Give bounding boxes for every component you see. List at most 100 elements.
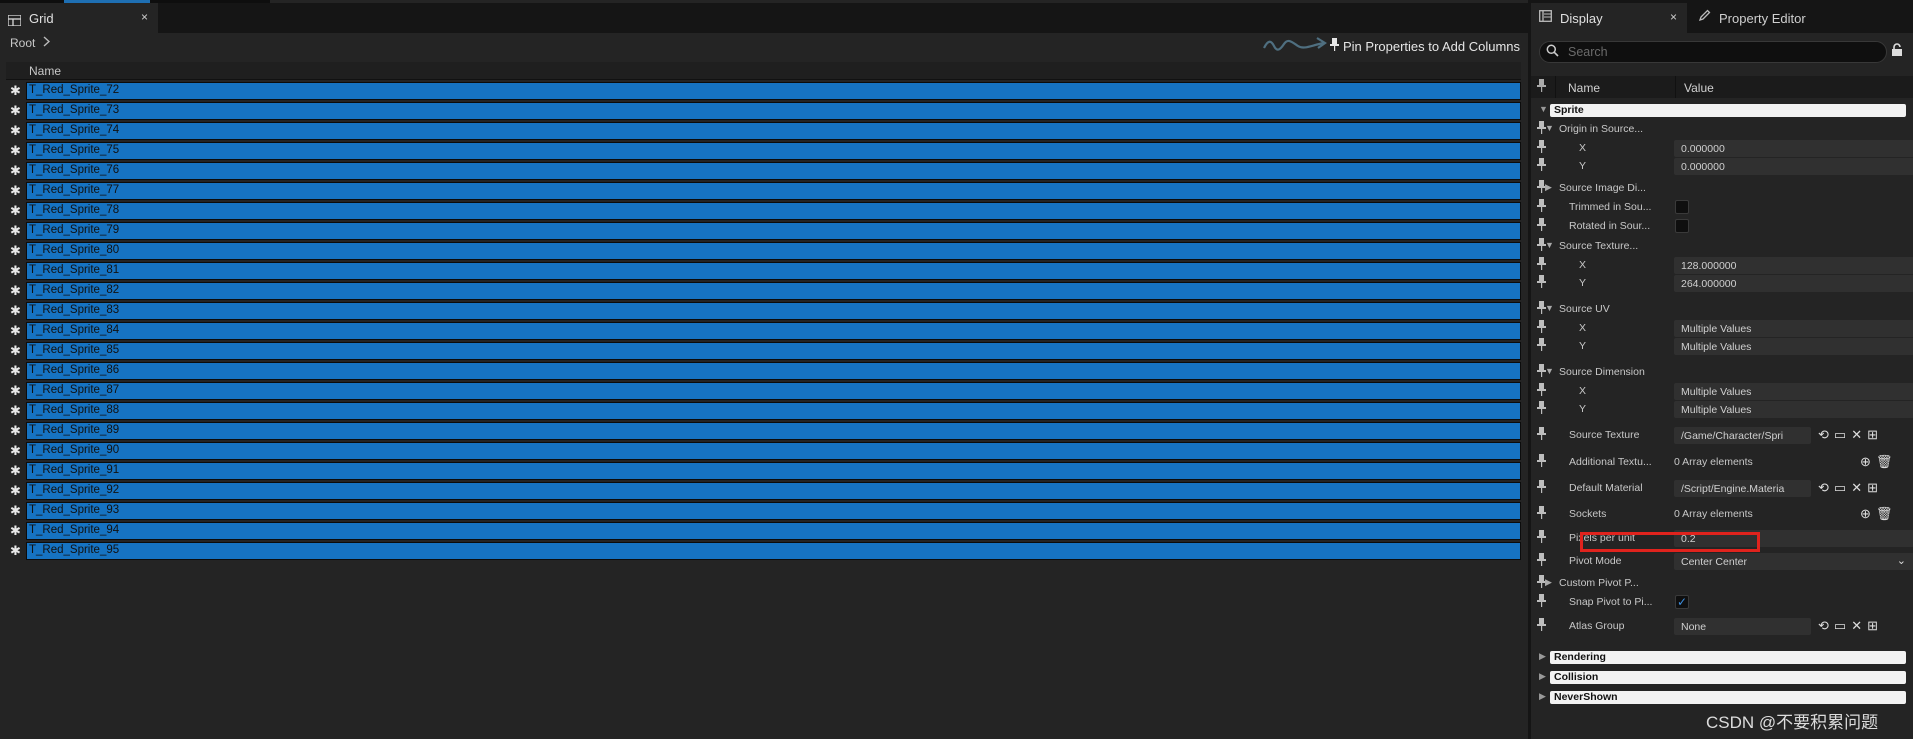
expand-triangle-icon[interactable]: ▶ bbox=[1539, 691, 1546, 702]
grid-picker-icon[interactable]: ⊞ bbox=[1867, 427, 1883, 442]
row-options-icon[interactable]: ✱ bbox=[8, 423, 23, 438]
pivot-mode-dropdown[interactable]: Center Center ⌄ bbox=[1674, 553, 1913, 570]
name-cell[interactable]: T_Red_Sprite_89 bbox=[26, 422, 1521, 440]
use-selected-icon[interactable]: ⟲ bbox=[1818, 618, 1834, 633]
browse-folder-icon[interactable]: ▭ bbox=[1834, 480, 1851, 495]
table-row[interactable]: ✱ T_Red_Sprite_94 bbox=[6, 521, 1522, 541]
checkbox[interactable] bbox=[1675, 219, 1689, 233]
table-row[interactable]: ✱ T_Red_Sprite_75 bbox=[6, 141, 1522, 161]
name-cell[interactable]: T_Red_Sprite_93 bbox=[26, 502, 1521, 520]
row-options-icon[interactable]: ✱ bbox=[8, 463, 23, 478]
row-options-icon[interactable]: ✱ bbox=[8, 243, 23, 258]
collapse-triangle-icon[interactable]: ▼ bbox=[1539, 104, 1548, 114]
pin-icon[interactable] bbox=[1537, 530, 1546, 546]
name-cell[interactable]: T_Red_Sprite_87 bbox=[26, 382, 1521, 400]
table-row[interactable]: ✱ T_Red_Sprite_87 bbox=[6, 381, 1522, 401]
add-element-icon[interactable]: ⊕ bbox=[1860, 454, 1876, 469]
row-options-icon[interactable]: ✱ bbox=[8, 503, 23, 518]
table-row[interactable]: ✱ T_Red_Sprite_83 bbox=[6, 301, 1522, 321]
pin-icon[interactable] bbox=[1537, 158, 1546, 174]
value-field[interactable]: /Game/Character/Spri bbox=[1674, 427, 1811, 444]
name-cell[interactable]: T_Red_Sprite_73 bbox=[26, 102, 1521, 120]
value-field[interactable]: Multiple Values bbox=[1674, 401, 1913, 418]
checkbox[interactable]: ✓ bbox=[1675, 595, 1689, 609]
table-row[interactable]: ✱ T_Red_Sprite_93 bbox=[6, 501, 1522, 521]
chevron-right-icon[interactable] bbox=[43, 35, 51, 50]
clear-icon[interactable]: ✕ bbox=[1851, 618, 1867, 633]
row-options-icon[interactable]: ✱ bbox=[8, 483, 23, 498]
close-icon[interactable]: × bbox=[1670, 10, 1677, 24]
row-options-icon[interactable]: ✱ bbox=[8, 263, 23, 278]
tab-grid[interactable]: Grid × bbox=[0, 3, 158, 33]
name-cell[interactable]: T_Red_Sprite_83 bbox=[26, 302, 1521, 320]
row-options-icon[interactable]: ✱ bbox=[8, 323, 23, 338]
collision-category-row[interactable]: ▶ Collision bbox=[1531, 670, 1913, 684]
name-cell[interactable]: T_Red_Sprite_91 bbox=[26, 462, 1521, 480]
column-divider[interactable] bbox=[1555, 76, 1556, 98]
name-cell[interactable]: T_Red_Sprite_77 bbox=[26, 182, 1521, 200]
name-cell[interactable]: T_Red_Sprite_88 bbox=[26, 402, 1521, 420]
row-options-icon[interactable]: ✱ bbox=[8, 343, 23, 358]
row-options-icon[interactable]: ✱ bbox=[8, 183, 23, 198]
row-options-icon[interactable]: ✱ bbox=[8, 83, 23, 98]
collapse-triangle-icon[interactable]: ▼ bbox=[1545, 366, 1554, 376]
name-cell[interactable]: T_Red_Sprite_78 bbox=[26, 202, 1521, 220]
name-cell[interactable]: T_Red_Sprite_85 bbox=[26, 342, 1521, 360]
row-options-icon[interactable]: ✱ bbox=[8, 143, 23, 158]
table-row[interactable]: ✱ T_Red_Sprite_88 bbox=[6, 401, 1522, 421]
value-field[interactable]: /Script/Engine.Materia bbox=[1674, 480, 1811, 497]
name-cell[interactable]: T_Red_Sprite_79 bbox=[26, 222, 1521, 240]
row-options-icon[interactable]: ✱ bbox=[8, 123, 23, 138]
row-options-icon[interactable]: ✱ bbox=[8, 403, 23, 418]
table-row[interactable]: ✱ T_Red_Sprite_89 bbox=[6, 421, 1522, 441]
row-options-icon[interactable]: ✱ bbox=[8, 363, 23, 378]
table-row[interactable]: ✱ T_Red_Sprite_90 bbox=[6, 441, 1522, 461]
name-cell[interactable]: T_Red_Sprite_82 bbox=[26, 282, 1521, 300]
clear-icon[interactable]: ✕ bbox=[1851, 480, 1867, 495]
pin-icon[interactable] bbox=[1537, 401, 1546, 417]
add-element-icon[interactable]: ⊕ bbox=[1860, 506, 1876, 521]
table-row[interactable]: ✱ T_Red_Sprite_81 bbox=[6, 261, 1522, 281]
row-options-icon[interactable]: ✱ bbox=[8, 383, 23, 398]
row-options-icon[interactable]: ✱ bbox=[8, 303, 23, 318]
tab-display[interactable]: Display × bbox=[1531, 3, 1687, 33]
row-options-icon[interactable]: ✱ bbox=[8, 543, 23, 558]
table-row[interactable]: ✱ T_Red_Sprite_91 bbox=[6, 461, 1522, 481]
sprite-category[interactable]: Sprite bbox=[1550, 104, 1906, 117]
use-selected-icon[interactable]: ⟲ bbox=[1818, 480, 1834, 495]
value-field[interactable]: None bbox=[1674, 618, 1811, 635]
table-row[interactable]: ✱ T_Red_Sprite_92 bbox=[6, 481, 1522, 501]
pin-icon[interactable] bbox=[1537, 506, 1546, 522]
name-cell[interactable]: T_Red_Sprite_84 bbox=[26, 322, 1521, 340]
name-cell[interactable]: T_Red_Sprite_81 bbox=[26, 262, 1521, 280]
clear-icon[interactable]: ✕ bbox=[1851, 427, 1867, 442]
row-options-icon[interactable]: ✱ bbox=[8, 203, 23, 218]
checkbox[interactable] bbox=[1675, 200, 1689, 214]
column-divider[interactable] bbox=[1675, 76, 1676, 98]
name-cell[interactable]: T_Red_Sprite_92 bbox=[26, 482, 1521, 500]
lock-icon[interactable] bbox=[1891, 43, 1903, 59]
browse-folder-icon[interactable]: ▭ bbox=[1834, 427, 1851, 442]
rendering-category-row[interactable]: ▶ Rendering bbox=[1531, 650, 1913, 664]
pin-icon[interactable] bbox=[1537, 338, 1546, 354]
column-name-header[interactable]: Name bbox=[29, 64, 61, 78]
table-row[interactable]: ✱ T_Red_Sprite_80 bbox=[6, 241, 1522, 261]
value-field[interactable]: Multiple Values bbox=[1674, 383, 1913, 400]
pin-icon[interactable] bbox=[1537, 480, 1546, 496]
value-field[interactable]: Multiple Values bbox=[1674, 338, 1913, 355]
nevershown-category[interactable]: NeverShown bbox=[1550, 691, 1906, 704]
row-options-icon[interactable]: ✱ bbox=[8, 163, 23, 178]
name-cell[interactable]: T_Red_Sprite_90 bbox=[26, 442, 1521, 460]
pin-icon[interactable] bbox=[1537, 275, 1546, 291]
name-cell[interactable]: T_Red_Sprite_94 bbox=[26, 522, 1521, 540]
browse-folder-icon[interactable]: ▭ bbox=[1834, 618, 1851, 633]
row-options-icon[interactable]: ✱ bbox=[8, 523, 23, 538]
sprite-category-row[interactable]: ▼ Sprite bbox=[1531, 103, 1913, 117]
name-cell[interactable]: T_Red_Sprite_80 bbox=[26, 242, 1521, 260]
row-options-icon[interactable]: ✱ bbox=[8, 283, 23, 298]
grid-picker-icon[interactable]: ⊞ bbox=[1867, 618, 1883, 633]
row-options-icon[interactable]: ✱ bbox=[8, 103, 23, 118]
value-field[interactable]: 264.000000 bbox=[1674, 275, 1913, 292]
use-selected-icon[interactable]: ⟲ bbox=[1818, 427, 1834, 442]
table-row[interactable]: ✱ T_Red_Sprite_77 bbox=[6, 181, 1522, 201]
